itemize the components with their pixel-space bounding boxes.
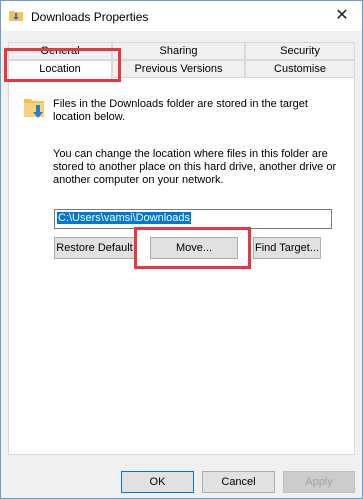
tab-location[interactable]: Location [8,60,112,80]
cancel-button[interactable]: Cancel [202,471,275,493]
tab-security[interactable]: Security [245,42,355,60]
location-description-text: You can change the location where files … [53,148,337,186]
tab-label: Customise [274,63,326,75]
tab-general[interactable]: General [8,42,112,60]
tab-label: General [40,45,80,57]
tab-previous-versions[interactable]: Previous Versions [112,60,245,78]
close-button[interactable]: ✕ [328,5,356,27]
tab-sharing[interactable]: Sharing [112,42,245,60]
location-path-input[interactable]: C:\Users\vamsi\Downloads [54,209,332,229]
find-target-button[interactable]: Find Target... [253,237,321,259]
tab-label: Previous Versions [134,63,223,75]
location-panel [8,77,355,455]
location-info-text: Files in the Downloads folder are stored… [53,98,308,123]
window-title: Downloads Properties [31,10,149,24]
apply-button[interactable]: Apply [283,471,355,493]
move-button[interactable]: Move... [150,237,238,259]
tab-label: Sharing [159,45,198,57]
path-text-selected: C:\Users\vamsi\Downloads [57,212,192,224]
tab-customise[interactable]: Customise [245,60,355,78]
title-bar: Downloads Properties ✕ [1,1,362,31]
close-icon: ✕ [335,7,349,24]
tab-label: Security [280,45,320,57]
folder-download-icon [9,11,23,21]
tab-label: Location [39,63,81,75]
properties-dialog: Downloads Properties ✕ General Sharing S… [0,0,363,499]
folder-download-icon [24,99,44,118]
ok-button[interactable]: OK [121,471,194,493]
restore-default-button[interactable]: Restore Default [54,237,135,259]
